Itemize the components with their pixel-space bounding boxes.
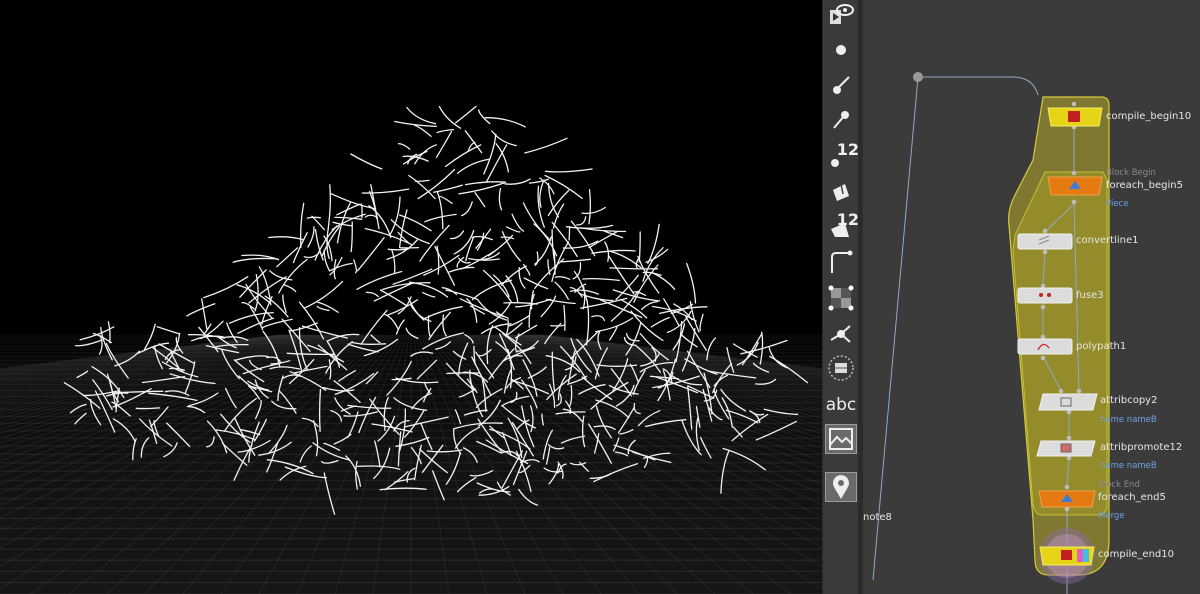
dot-node [913,72,923,82]
pin-icon[interactable] [825,472,857,502]
background-image-icon[interactable] [825,424,857,454]
point-number-label: 12 [836,140,859,159]
primitive-display-icon[interactable] [825,177,857,207]
primitive-number-label: 12 [836,210,859,229]
foreach-end-node [1038,490,1096,508]
scene-viewport[interactable] [0,0,822,594]
foreach-end-label: foreach_end5 [1098,492,1166,503]
convertline-label: convertline1 [1076,235,1139,246]
foreach-begin-method: Piece [1106,199,1129,209]
attribpromote-node [1036,440,1096,457]
block-end-header: Block End [1098,480,1140,490]
attribpromote-label: attribpromote12 [1100,442,1183,453]
convertline-node [1017,233,1073,250]
primitive-number-icon[interactable]: 12 [825,210,859,242]
polypath-label: polypath1 [1076,341,1127,352]
attribpromote-attribs: name nameB [1100,461,1157,471]
normals-icon[interactable] [825,247,857,277]
foreach-end-method: Merge [1098,511,1125,521]
compile-end-node [1039,528,1095,584]
sticky-note-label[interactable]: note8 [863,512,892,523]
curve-geometry [63,105,809,515]
foreach-begin-label: foreach_begin5 [1106,180,1183,191]
fuse-label: fuse3 [1076,290,1104,301]
point-number-icon[interactable]: 12 [825,140,859,172]
text-labels-label: abc [825,395,857,415]
fuse-node [1017,287,1073,304]
foreach-begin-node [1047,176,1103,196]
compile-begin-label: compile_begin10 [1106,111,1192,122]
network-editor[interactable]: compile_begin10 Block Begin foreach_begi… [863,0,1200,594]
network-canvas [872,72,1110,594]
uv-checker-icon[interactable] [825,283,857,313]
attribcopy-node [1038,393,1098,411]
paint-brush-icon[interactable] [825,70,857,100]
block-begin-header: Block Begin [1106,168,1156,178]
compile-begin-node [1047,107,1103,127]
polypath-node [1017,338,1073,355]
handles-icon[interactable] [825,318,857,348]
point-display-icon[interactable] [825,35,857,65]
attribcopy-attribs: name nameB [1100,415,1157,425]
view-tool-icon[interactable] [825,0,857,30]
attribcopy-label: attribcopy2 [1100,395,1158,406]
grid-icon[interactable] [825,353,857,383]
pen-icon[interactable] [825,105,857,135]
text-labels-icon[interactable]: abc [825,390,857,420]
compile-end-label: compile_end10 [1098,549,1174,560]
display-toolbar: 12 12 abc [822,0,860,594]
